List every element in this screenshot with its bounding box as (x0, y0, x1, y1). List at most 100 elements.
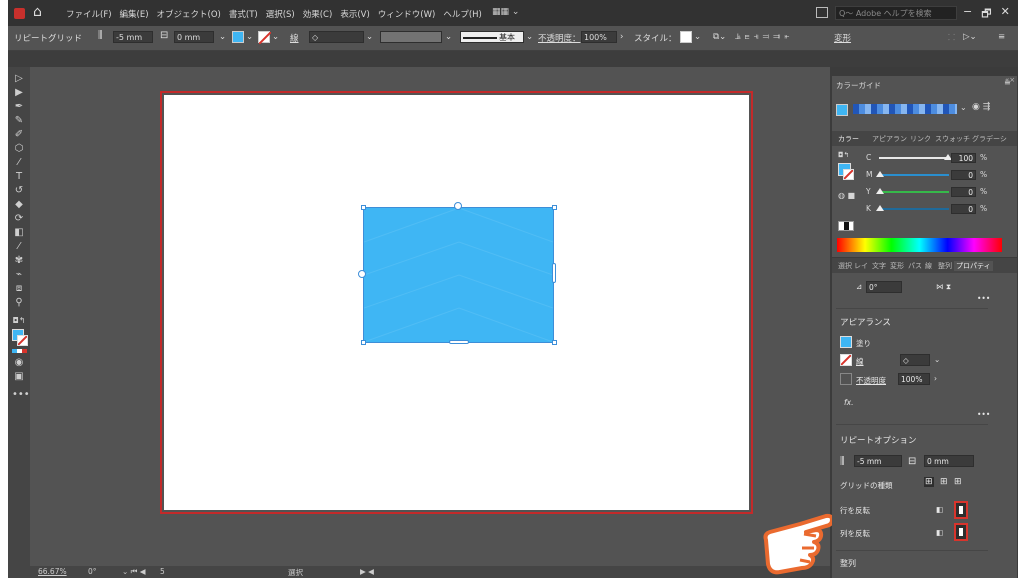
column-spacing-handle[interactable] (552, 263, 556, 283)
tab-transform[interactable]: 変形 (890, 261, 904, 271)
blob-brush-icon[interactable]: ✐ (12, 129, 26, 141)
tab-stroke[interactable]: 線 (925, 261, 932, 271)
stroke-label[interactable]: 線 (290, 32, 299, 44)
zoom-tool-icon[interactable]: ⚲ (12, 297, 26, 309)
repeat-v-spacing-input[interactable]: 0 mm (924, 455, 974, 467)
stroke-label[interactable]: 線 (856, 356, 864, 367)
stroke-weight-input[interactable]: ◇ (309, 31, 364, 43)
appearance-fill-swatch[interactable] (840, 336, 852, 348)
curvature-tool-icon[interactable]: ✎ (12, 115, 26, 127)
black-slider-knob[interactable] (876, 205, 884, 211)
tab-pathfinder[interactable]: パス (908, 261, 922, 271)
color-guide-tab[interactable]: カラーガイド (836, 80, 881, 91)
chevron-down-icon[interactable]: ⌄ (526, 32, 533, 42)
menu-window[interactable]: ウィンドウ(W) (378, 8, 436, 20)
tab-swatches[interactable]: スウォッチ (935, 134, 970, 144)
minimize-button[interactable]: − (963, 5, 972, 24)
color-spectrum[interactable] (837, 238, 1002, 252)
pen-tool-icon[interactable]: ✒ (12, 101, 26, 113)
home-icon[interactable]: ⌂ (33, 4, 42, 20)
swap-colors-icon[interactable]: ◘↰ (12, 315, 26, 327)
tab-selection[interactable]: 選択 (838, 261, 852, 271)
flip-cols-horizontal-icon[interactable]: ◧ (936, 528, 943, 537)
repeat-grid-rectangle[interactable] (363, 207, 554, 343)
opacity-input[interactable]: 100% (898, 373, 930, 385)
menu-icon[interactable]: ≡ (998, 32, 1005, 42)
chevron-down-icon[interactable]: ⌄ (934, 355, 940, 364)
more-options-icon[interactable]: ••• (977, 410, 990, 419)
v-spacing-input[interactable]: 0 mm (174, 31, 214, 43)
repeat-h-spacing-input[interactable]: -5 mm (854, 455, 902, 467)
magenta-slider[interactable] (876, 171, 949, 177)
menu-view[interactable]: 表示(V) (340, 8, 369, 20)
appearance-stroke-swatch[interactable] (840, 354, 852, 366)
line-tool-icon[interactable]: ⁄ (12, 157, 26, 169)
menu-edit[interactable]: 編集(E) (120, 8, 149, 20)
stroke-style-select[interactable]: 基本 (460, 31, 524, 43)
fx-button[interactable]: fx. (844, 398, 853, 407)
panel-stroke-swatch[interactable] (843, 169, 854, 180)
tab-character[interactable]: 文字 (872, 261, 886, 271)
selection-handle[interactable] (552, 340, 557, 345)
out-of-gamut-icon[interactable]: ◍ ■ (838, 191, 855, 200)
tab-gradient[interactable]: グラデーシ (972, 134, 1007, 144)
opacity-input[interactable]: 100% (581, 31, 617, 43)
menu-select[interactable]: 選択(S) (266, 8, 295, 20)
arrange-documents-icon[interactable] (816, 7, 828, 18)
eyedropper-icon[interactable]: ⁄ (12, 241, 26, 253)
artboard-nav-prev-icon[interactable]: ⌄ ⏮ ◀ (122, 567, 146, 577)
more-tools-icon[interactable]: ••• (12, 389, 30, 401)
panel-options-icon[interactable]: ▷⌄ (963, 32, 977, 42)
h-spacing-input[interactable]: -5 mm (113, 31, 153, 43)
yellow-slider-knob[interactable] (876, 188, 884, 194)
black-value[interactable]: 0 (951, 204, 976, 214)
transform-link[interactable]: 変形 (834, 32, 851, 44)
rotate-input[interactable]: 0° (866, 281, 902, 293)
flip-icons[interactable]: ⋈ ⧗ (936, 282, 951, 292)
magenta-slider-knob[interactable] (876, 171, 884, 177)
swap-icon[interactable]: ◘↰ (838, 151, 849, 159)
menu-effect[interactable]: 効果(C) (303, 8, 333, 20)
menu-help[interactable]: ヘルプ(H) (443, 8, 482, 20)
tab-appearance[interactable]: アピアラン (872, 134, 907, 144)
opacity-label[interactable]: 不透明度 (856, 375, 886, 386)
selection-handle[interactable] (361, 340, 366, 345)
black-slider[interactable] (876, 205, 949, 211)
flip-rows-vertical-button[interactable] (954, 501, 968, 519)
chevron-down-icon[interactable]: ⌄ (366, 32, 373, 42)
grid-type-brick-col-icon[interactable]: ⊞ (954, 477, 962, 487)
flip-rows-horizontal-icon[interactable]: ◧ (936, 505, 943, 514)
close-button[interactable]: ✕ (1001, 5, 1010, 24)
tab-layers[interactable]: レイ (854, 261, 868, 271)
width-tool-icon[interactable]: ⟳ (12, 213, 26, 225)
menu-file[interactable]: ファイル(F) (66, 8, 112, 20)
rotate-tool-icon[interactable]: ↺ (12, 185, 26, 197)
direct-selection-tool-icon[interactable]: ▶ (12, 87, 26, 99)
more-options-icon[interactable]: ••• (977, 294, 990, 303)
grid-top-handle[interactable] (454, 202, 462, 210)
eraser-tool-icon[interactable]: ◆ (12, 199, 26, 211)
chevron-down-icon[interactable]: ⌄ (445, 32, 452, 42)
tab-align[interactable]: 整列 (938, 261, 952, 271)
status-toggle-icon[interactable]: ▶ ◀ (360, 567, 374, 576)
menu-object[interactable]: オブジェクト(O) (157, 8, 221, 20)
type-tool-icon[interactable]: T (12, 171, 26, 183)
chevron-down-icon[interactable]: ⌄ (272, 32, 279, 42)
tab-links[interactable]: リンク (910, 134, 931, 144)
none-white-black-icon[interactable] (838, 221, 854, 231)
fill-swatch[interactable] (232, 31, 244, 43)
base-color-swatch[interactable] (836, 104, 848, 116)
grid-left-handle[interactable] (358, 270, 366, 278)
harmony-bar[interactable] (853, 104, 957, 114)
tab-properties[interactable]: プロパティ (954, 261, 993, 271)
grid-type-grid-icon[interactable]: ⊞ (924, 477, 934, 487)
chevron-right-icon[interactable]: › (934, 374, 937, 383)
selection-tool-icon[interactable]: ▷ (12, 73, 26, 85)
stroke-weight-input[interactable]: ◇ (900, 354, 930, 366)
tab-color[interactable]: カラー (838, 134, 859, 144)
screen-mode-icon[interactable]: ▣ (12, 371, 26, 383)
harmony-dropdown-icon[interactable]: ⌄ (960, 103, 967, 112)
recolor-icon[interactable]: ⧉⌄ (713, 32, 726, 42)
menu-type[interactable]: 書式(T) (229, 8, 258, 20)
restore-button[interactable]: 🗗 (981, 5, 991, 24)
